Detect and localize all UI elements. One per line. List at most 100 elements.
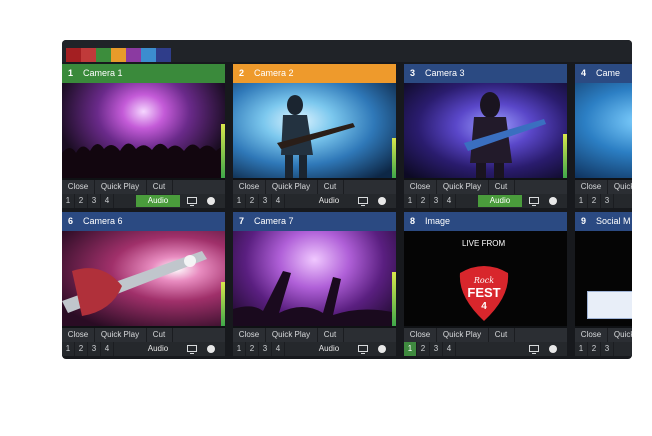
input-tile-8[interactable]: 8 Image LIVE FROM Rock FEST 4 Close Quic… — [404, 212, 567, 356]
close-button[interactable]: Close — [575, 328, 608, 342]
color-swatch-lightred[interactable] — [81, 48, 96, 62]
overlay-3-button[interactable]: 3 — [601, 194, 614, 208]
record-dot-icon[interactable] — [378, 197, 386, 205]
overlay-2-button[interactable]: 2 — [588, 194, 601, 208]
quick-play-button[interactable]: Quick Play — [265, 328, 318, 342]
overlay-2-button[interactable]: 2 — [417, 342, 430, 356]
color-swatch-green[interactable] — [96, 48, 111, 62]
overlay-2-button[interactable]: 2 — [417, 194, 430, 208]
camera-preview[interactable] — [404, 83, 567, 178]
input-tile-6[interactable]: 6 Camera 6 Close Quick Play Cut 1 2 3 4 … — [62, 212, 225, 356]
overlay-4-button[interactable]: 4 — [101, 194, 114, 208]
input-tile-1[interactable]: 1 Camera 1 Close Quick Play Cut 1 2 3 4 … — [62, 64, 225, 208]
overlay-3-button[interactable]: 3 — [88, 342, 101, 356]
record-dot-icon[interactable] — [549, 345, 557, 353]
cut-button[interactable]: Cut — [146, 328, 173, 342]
cut-button[interactable]: Cut — [488, 180, 515, 194]
tile-header[interactable]: 9 Social M — [575, 212, 632, 231]
overlay-2-button[interactable]: 2 — [246, 342, 259, 356]
quick-play-button[interactable]: Quick Play — [94, 328, 147, 342]
monitor-icon[interactable] — [358, 345, 368, 354]
overlay-1-button[interactable]: 1 — [575, 342, 588, 356]
overlay-2-button[interactable]: 2 — [75, 342, 88, 356]
overlay-1-button[interactable]: 1 — [62, 342, 75, 356]
overlay-2-button[interactable]: 2 — [588, 342, 601, 356]
audio-button[interactable]: Audio — [307, 343, 351, 355]
input-tile-7[interactable]: 7 Camera 7 Close Quick Play Cut 1 2 3 4 … — [233, 212, 396, 356]
quick-play-button[interactable]: Quick Play — [265, 180, 318, 194]
audio-button[interactable]: Audio — [136, 195, 180, 207]
overlay-1-button[interactable]: 1 — [575, 194, 588, 208]
record-dot-icon[interactable] — [378, 345, 386, 353]
monitor-icon[interactable] — [187, 345, 197, 354]
overlay-1-button[interactable]: 1 — [404, 342, 417, 356]
monitor-icon[interactable] — [358, 197, 368, 206]
quick-play-button[interactable]: Quick Play — [436, 328, 489, 342]
overlay-2-button[interactable]: 2 — [246, 194, 259, 208]
overlay-3-button[interactable]: 3 — [88, 194, 101, 208]
overlay-4-button[interactable]: 4 — [272, 194, 285, 208]
overlay-3-button[interactable]: 3 — [430, 194, 443, 208]
camera-preview[interactable] — [62, 83, 225, 178]
tile-header[interactable]: 2 Camera 2 — [233, 64, 396, 83]
cut-button[interactable]: Cut — [317, 180, 344, 194]
overlay-1-button[interactable]: 1 — [233, 194, 246, 208]
audio-button[interactable]: Audio — [478, 195, 522, 207]
quick-play-button[interactable]: Quick Play — [436, 180, 489, 194]
record-dot-icon[interactable] — [207, 345, 215, 353]
social-preview[interactable] — [575, 231, 632, 326]
input-tile-2[interactable]: 2 Camera 2 Close Quick Play Cut 1 2 3 4 … — [233, 64, 396, 208]
color-swatch-purple[interactable] — [126, 48, 141, 62]
tile-header[interactable]: 1 Camera 1 — [62, 64, 225, 83]
overlay-3-button[interactable]: 3 — [259, 342, 272, 356]
color-swatch-lightblue[interactable] — [141, 48, 156, 62]
monitor-icon[interactable] — [187, 197, 197, 206]
overlay-1-button[interactable]: 1 — [62, 194, 75, 208]
close-button[interactable]: Close — [404, 180, 437, 194]
monitor-icon[interactable] — [529, 197, 539, 206]
overlay-4-button[interactable]: 4 — [443, 342, 456, 356]
quick-play-button[interactable]: Quick Play — [607, 180, 632, 194]
camera-preview[interactable] — [233, 231, 396, 326]
overlay-3-button[interactable]: 3 — [601, 342, 614, 356]
overlay-3-button[interactable]: 3 — [430, 342, 443, 356]
cut-button[interactable]: Cut — [317, 328, 344, 342]
monitor-icon[interactable] — [529, 345, 539, 354]
record-dot-icon[interactable] — [549, 197, 557, 205]
input-tile-9[interactable]: 9 Social M Close Quick Play 1 2 3 — [575, 212, 632, 356]
overlay-3-button[interactable]: 3 — [259, 194, 272, 208]
overlay-4-button[interactable]: 4 — [272, 342, 285, 356]
input-tile-3[interactable]: 3 Camera 3 Close Quick Play Cut 1 2 3 4 … — [404, 64, 567, 208]
camera-preview[interactable] — [62, 231, 225, 326]
camera-preview[interactable] — [233, 83, 396, 178]
close-button[interactable]: Close — [575, 180, 608, 194]
tile-header[interactable]: 8 Image — [404, 212, 567, 231]
tile-header[interactable]: 3 Camera 3 — [404, 64, 567, 83]
image-preview[interactable]: LIVE FROM Rock FEST 4 — [404, 231, 567, 326]
record-dot-icon[interactable] — [207, 197, 215, 205]
overlay-1-button[interactable]: 1 — [233, 342, 246, 356]
color-swatch-orange[interactable] — [111, 48, 126, 62]
close-button[interactable]: Close — [233, 328, 266, 342]
close-button[interactable]: Close — [404, 328, 437, 342]
overlay-4-button[interactable]: 4 — [443, 194, 456, 208]
input-tile-4[interactable]: 4 Came Close Quick Play 1 2 3 — [575, 64, 632, 208]
overlay-4-button[interactable]: 4 — [101, 342, 114, 356]
audio-button[interactable]: Audio — [307, 195, 351, 207]
cut-button[interactable]: Cut — [488, 328, 515, 342]
tile-header[interactable]: 6 Camera 6 — [62, 212, 225, 231]
close-button[interactable]: Close — [233, 180, 266, 194]
color-swatch-navy[interactable] — [156, 48, 171, 62]
cut-button[interactable]: Cut — [146, 180, 173, 194]
close-button[interactable]: Close — [62, 328, 95, 342]
close-button[interactable]: Close — [62, 180, 95, 194]
camera-preview[interactable] — [575, 83, 632, 178]
quick-play-button[interactable]: Quick Play — [607, 328, 632, 342]
tile-header[interactable]: 7 Camera 7 — [233, 212, 396, 231]
overlay-1-button[interactable]: 1 — [404, 194, 417, 208]
quick-play-button[interactable]: Quick Play — [94, 180, 147, 194]
overlay-2-button[interactable]: 2 — [75, 194, 88, 208]
audio-button[interactable]: Audio — [136, 343, 180, 355]
color-swatch-red[interactable] — [66, 48, 81, 62]
tile-header[interactable]: 4 Came — [575, 64, 632, 83]
